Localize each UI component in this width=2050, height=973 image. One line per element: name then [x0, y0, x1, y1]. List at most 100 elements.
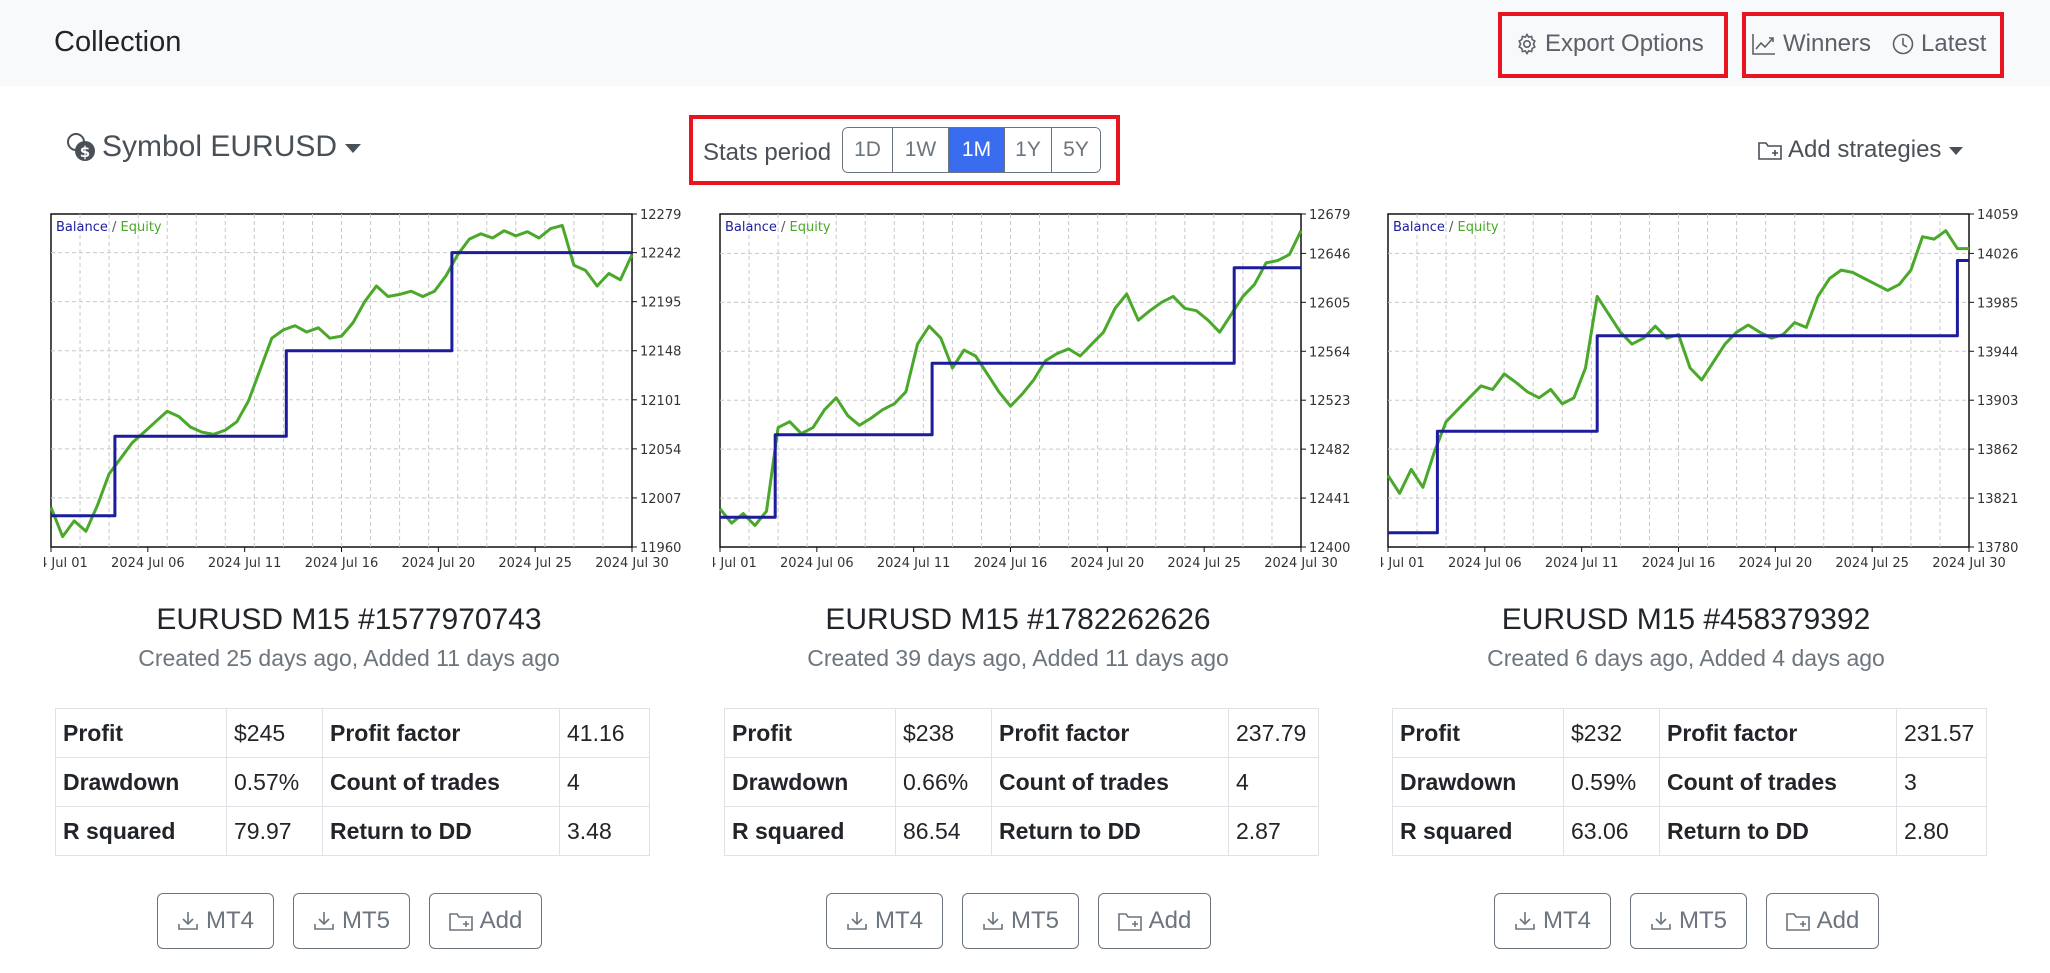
mt4-button[interactable]: MT4 [1493, 893, 1611, 949]
stats-row: R squared 63.06 Return to DD 2.80 [1392, 806, 1987, 856]
chart-legend: Balance / Equity [725, 220, 831, 235]
y-tick-label: 12242 [640, 247, 681, 262]
y-tick-label: 13903 [1977, 394, 2018, 409]
stat-value: 3 [1896, 757, 1987, 807]
x-tick-label: 2024 Jul 25 [1167, 556, 1241, 571]
stats-row: Profit $238 Profit factor 237.79 [724, 708, 1319, 758]
period-button-5y[interactable]: 5Y [1052, 128, 1100, 172]
stats-table: Profit $245 Profit factor 41.16 Drawdown 0.57… [55, 708, 650, 856]
download-icon [178, 912, 198, 930]
y-tick-label: 12400 [1309, 541, 1350, 556]
stat-value: $238 [895, 708, 992, 758]
balance-equity-chart: 11960 12007 12054 12101 12148 12195 12242 12279… [44, 208, 681, 571]
add-button[interactable]: Add [1765, 893, 1879, 949]
y-tick-label: 12441 [1309, 492, 1350, 507]
button-label: MT5 [1679, 907, 1727, 934]
mt5-button[interactable]: MT5 [292, 893, 410, 949]
card-actions: MT4 MT5 Add [713, 893, 1323, 949]
add-button[interactable]: Add [428, 893, 542, 949]
download-icon [1651, 912, 1671, 930]
x-tick-label: 2024 Jul 16 [305, 556, 379, 571]
button-label: Add [1148, 907, 1192, 934]
strategy-title: EURUSD M15 #1577970743 [156, 603, 542, 636]
winners-label: Winners [1783, 30, 1872, 57]
card-actions: MT4 MT5 Add [1381, 893, 1991, 949]
strategy-card: 12400 12441 12482 12523 12564 12605 12646 12679… [713, 205, 1361, 965]
coins-dollar-icon: $ [67, 133, 95, 161]
stats-table: Profit $232 Profit factor 231.57 Drawdown 0.5… [1392, 708, 1987, 856]
add-strategies-dropdown[interactable]: Add strategies [1757, 136, 1964, 164]
strategy-card: 13780 13821 13862 13903 13944 13985 14026 14059… [1381, 205, 2029, 965]
latest-link[interactable]: Latest [1891, 30, 1986, 58]
x-tick-label: 2024 Jul 06 [111, 556, 185, 571]
symbol-dropdown[interactable]: $ Symbol EURUSD [64, 130, 362, 164]
chevron-down-icon [345, 143, 362, 153]
legend-separator: / [108, 220, 121, 235]
brand-title[interactable]: Collection [54, 26, 181, 59]
folder-plus-icon [448, 913, 473, 931]
stats-row: Profit $245 Profit factor 41.16 [55, 708, 650, 758]
stat-value: 231.57 [1896, 708, 1987, 758]
period-button-1w[interactable]: 1W [893, 128, 949, 172]
symbol-label: Symbol EURUSD [102, 130, 338, 163]
stat-value: 86.54 [895, 806, 992, 856]
mt4-button[interactable]: MT4 [825, 893, 943, 949]
export-options-link[interactable]: Export Options [1515, 30, 1704, 58]
strategy-title: EURUSD M15 #458379392 [1501, 603, 1871, 636]
stat-value: $245 [226, 708, 323, 758]
x-tick-label: 2024 Jul 06 [780, 556, 854, 571]
button-label: Add [1816, 907, 1860, 934]
strategy-subtitle: Created 25 days ago, Added 11 days ago [138, 645, 560, 671]
mt5-button[interactable]: MT5 [1629, 893, 1747, 949]
download-icon [847, 912, 867, 930]
y-tick-label: 12605 [1309, 296, 1350, 311]
x-tick-label: 2024 Jul 16 [974, 556, 1048, 571]
x-tick-label: 2024 Jul 30 [595, 556, 669, 571]
latest-label: Latest [1921, 30, 1987, 57]
download-icon [1515, 912, 1535, 930]
stat-value: 79.97 [226, 806, 323, 856]
stat-label: R squared [1392, 806, 1564, 856]
mt5-button[interactable]: MT5 [961, 893, 1079, 949]
balance-equity-chart: 12400 12441 12482 12523 12564 12605 12646 12679… [713, 208, 1350, 571]
gear-icon [1518, 32, 1536, 56]
strategy-subtitle: Created 39 days ago, Added 11 days ago [807, 645, 1229, 671]
chart-legend: Balance / Equity [1393, 220, 1499, 235]
stat-value: $232 [1563, 708, 1660, 758]
button-label: MT4 [206, 907, 254, 934]
folder-plus-icon [1758, 142, 1782, 160]
stats-row: R squared 86.54 Return to DD 2.87 [724, 806, 1319, 856]
y-tick-label: 11960 [640, 541, 681, 556]
stats-row: R squared 79.97 Return to DD 3.48 [55, 806, 650, 856]
winners-link[interactable]: Winners [1751, 30, 1871, 58]
stats-table: Profit $238 Profit factor 237.79 Drawdown 0.6… [724, 708, 1319, 856]
x-tick-label: 2024 Jul 20 [1739, 556, 1813, 571]
download-icon [983, 912, 1003, 930]
stat-value: 2.87 [1228, 806, 1319, 856]
stats-row: Profit $232 Profit factor 231.57 [1392, 708, 1987, 758]
folder-plus-icon [1117, 913, 1142, 931]
stat-label: Drawdown [55, 757, 227, 807]
stat-label: Profit factor [991, 708, 1229, 758]
legend-separator: / [1445, 220, 1458, 235]
period-button-1y[interactable]: 1Y [1005, 128, 1052, 172]
button-label: MT4 [875, 907, 923, 934]
stat-label: Count of trades [991, 757, 1229, 807]
add-button[interactable]: Add [1097, 893, 1211, 949]
stats-period-button-group: 1D 1W 1M 1Y 5Y [842, 127, 1101, 173]
stat-label: Return to DD [991, 806, 1229, 856]
mt4-button[interactable]: MT4 [156, 893, 274, 949]
card-actions: MT4 MT5 Add [44, 893, 654, 949]
stat-value: 4 [559, 757, 650, 807]
legend-balance: Balance [725, 220, 777, 235]
x-tick-label: 2024 Jul 20 [402, 556, 476, 571]
stats-period-label: Stats period [703, 139, 832, 166]
legend-balance: Balance [1393, 220, 1445, 235]
x-tick-label: 2024 Jul 16 [1642, 556, 1716, 571]
stat-value: 4 [1228, 757, 1319, 807]
legend-equity: Equity [121, 220, 162, 235]
add-strategies-label: Add strategies [1788, 136, 1942, 163]
period-button-1m[interactable]: 1M [949, 128, 1005, 172]
stat-value: 41.16 [559, 708, 650, 758]
period-button-1d[interactable]: 1D [843, 128, 893, 172]
